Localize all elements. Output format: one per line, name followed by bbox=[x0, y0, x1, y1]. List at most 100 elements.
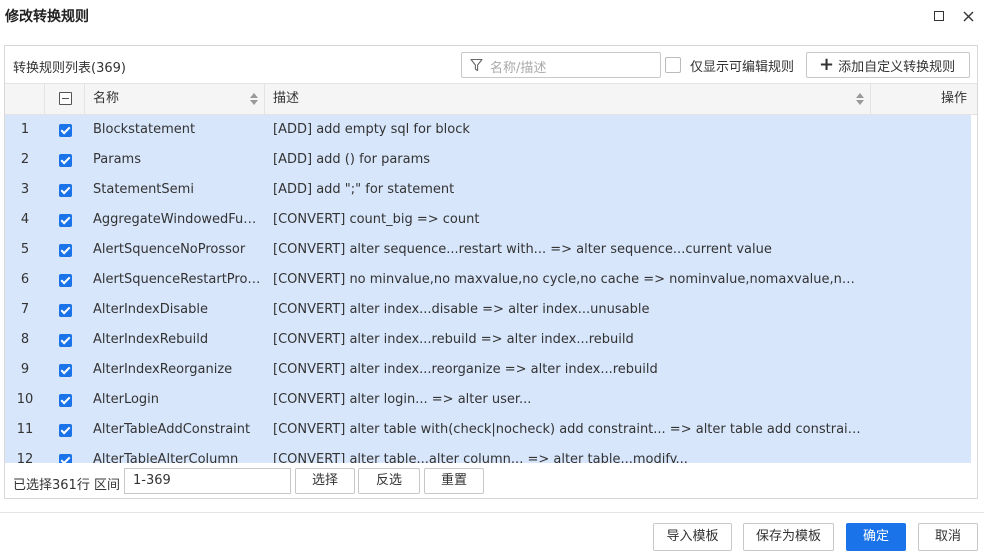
row-index: 1 bbox=[20, 122, 30, 137]
rule-description: [ADD] add () for params bbox=[273, 152, 431, 167]
row-index: 10 bbox=[16, 392, 34, 407]
rule-description: [CONVERT] no minvalue,no maxvalue,no cyc… bbox=[273, 272, 861, 287]
select-button[interactable]: 选择 bbox=[295, 468, 355, 494]
table-row[interactable]: 3 StatementSemi [ADD] add ";" for statem… bbox=[5, 175, 971, 205]
rule-description: [CONVERT] alter index...reorganize => al… bbox=[273, 362, 658, 377]
row-index: 3 bbox=[20, 182, 30, 197]
cancel-button[interactable]: 取消 bbox=[918, 523, 978, 551]
dialog-title: 修改转换规则 bbox=[5, 9, 89, 25]
rule-name: AlterIndexDisable bbox=[93, 302, 208, 317]
table-body: 1 Blockstatement [ADD] add empty sql for… bbox=[5, 115, 971, 463]
row-checkbox[interactable] bbox=[59, 364, 72, 377]
table-row[interactable]: 10 AlterLogin [CONVERT] alter login... =… bbox=[5, 385, 971, 415]
table-row[interactable]: 7 AlterIndexDisable [CONVERT] alter inde… bbox=[5, 295, 971, 325]
header-description-label: 描述 bbox=[273, 91, 300, 106]
vertical-scrollbar[interactable] bbox=[971, 115, 977, 463]
row-checkbox-cell bbox=[45, 325, 85, 355]
rule-name: AggregateWindowedFunc... bbox=[93, 212, 261, 227]
row-checkbox[interactable] bbox=[59, 274, 72, 287]
close-icon[interactable] bbox=[959, 7, 977, 25]
table-row[interactable]: 8 AlterIndexRebuild [CONVERT] alter inde… bbox=[5, 325, 971, 355]
rule-name: AlterTableAddConstraint bbox=[93, 422, 251, 437]
row-checkbox[interactable] bbox=[59, 184, 72, 197]
row-index: 2 bbox=[20, 152, 30, 167]
table-row[interactable]: 4 AggregateWindowedFunc... [CONVERT] cou… bbox=[5, 205, 971, 235]
rule-name: Blockstatement bbox=[93, 122, 196, 137]
rule-description: [CONVERT] alter sequence...restart with.… bbox=[273, 242, 772, 257]
header-name[interactable]: 名称 bbox=[85, 84, 265, 114]
table-row[interactable]: 9 AlterIndexReorganize [CONVERT] alter i… bbox=[5, 355, 971, 385]
rule-name: Params bbox=[93, 152, 141, 167]
row-checkbox[interactable] bbox=[59, 124, 72, 137]
table-row[interactable]: 12 AlterTableAlterColumn [CONVERT] alter… bbox=[5, 445, 971, 463]
row-checkbox[interactable] bbox=[59, 424, 72, 437]
confirm-button[interactable]: 确定 bbox=[846, 523, 906, 551]
row-checkbox[interactable] bbox=[59, 304, 72, 317]
rule-name: AlterTableAlterColumn bbox=[93, 452, 239, 463]
row-index: 8 bbox=[20, 332, 30, 347]
row-index: 4 bbox=[20, 212, 30, 227]
rule-description: [ADD] add ";" for statement bbox=[273, 182, 455, 197]
selection-footer: 已选择361行 区间 1-369 选择 反选 重置 bbox=[5, 463, 977, 498]
row-index: 7 bbox=[20, 302, 30, 317]
rule-description: [CONVERT] alter table...alter column... … bbox=[273, 452, 688, 463]
invert-selection-button[interactable]: 反选 bbox=[358, 468, 420, 494]
row-checkbox[interactable] bbox=[59, 244, 72, 257]
sort-icon[interactable] bbox=[856, 93, 864, 105]
rule-list-title: 转换规则列表(369) bbox=[13, 61, 126, 76]
row-checkbox-cell bbox=[45, 175, 85, 205]
plus-icon: + bbox=[819, 54, 835, 75]
search-input[interactable]: 名称/描述 bbox=[461, 52, 661, 78]
table-row[interactable]: 11 AlterTableAddConstraint [CONVERT] alt… bbox=[5, 415, 971, 445]
only-editable-label: 仅显示可编辑规则 bbox=[690, 59, 795, 75]
rule-name: AlertSquenceRestartPros... bbox=[93, 272, 261, 287]
row-checkbox-cell bbox=[45, 445, 85, 463]
row-checkbox[interactable] bbox=[59, 454, 72, 463]
table-row[interactable]: 1 Blockstatement [ADD] add empty sql for… bbox=[5, 115, 971, 145]
range-input[interactable]: 1-369 bbox=[124, 468, 291, 494]
row-checkbox[interactable] bbox=[59, 154, 72, 167]
rule-name: AlterLogin bbox=[93, 392, 160, 407]
header-index bbox=[5, 84, 45, 114]
rule-description: [CONVERT] alter login... => alter user..… bbox=[273, 392, 532, 407]
reset-button[interactable]: 重置 bbox=[424, 468, 484, 494]
add-custom-rule-label: 添加自定义转换规则 bbox=[838, 59, 956, 75]
import-template-button[interactable]: 导入模板 bbox=[653, 523, 732, 551]
select-all-checkbox[interactable] bbox=[59, 92, 72, 105]
row-checkbox[interactable] bbox=[59, 334, 72, 347]
row-checkbox-cell bbox=[45, 385, 85, 415]
sort-icon[interactable] bbox=[250, 93, 258, 105]
table-header: 名称 描述 操作 bbox=[5, 83, 977, 115]
filter-icon bbox=[470, 58, 483, 76]
table-row[interactable]: 2 Params [ADD] add () for params bbox=[5, 145, 971, 175]
header-operation-label: 操作 bbox=[940, 91, 967, 106]
add-custom-rule-button[interactable]: + 添加自定义转换规则 bbox=[806, 52, 970, 78]
rule-name: StatementSemi bbox=[93, 182, 194, 197]
maximize-icon[interactable] bbox=[930, 7, 948, 25]
row-checkbox[interactable] bbox=[59, 394, 72, 407]
rules-toolbar: 转换规则列表(369) 名称/描述 仅显示可编辑规则 + 添加自定义转换规则 bbox=[5, 46, 977, 83]
checkbox-box[interactable] bbox=[665, 57, 681, 73]
rules-panel: 转换规则列表(369) 名称/描述 仅显示可编辑规则 + 添加自定义转换规则 名… bbox=[4, 45, 978, 499]
header-description[interactable]: 描述 bbox=[265, 84, 871, 114]
header-operation: 操作 bbox=[871, 84, 977, 114]
table-row[interactable]: 6 AlertSquenceRestartPros... [CONVERT] n… bbox=[5, 265, 971, 295]
row-checkbox-cell bbox=[45, 415, 85, 445]
selection-summary: 已选择361行 区间 bbox=[13, 478, 120, 493]
row-checkbox[interactable] bbox=[59, 214, 72, 227]
rule-name: AlertSquenceNoProssor bbox=[93, 242, 246, 257]
header-checkbox-cell bbox=[45, 84, 85, 114]
rule-name: AlterIndexRebuild bbox=[93, 332, 209, 347]
row-checkbox-cell bbox=[45, 115, 85, 145]
row-index: 5 bbox=[20, 242, 30, 257]
row-checkbox-cell bbox=[45, 295, 85, 325]
table-row[interactable]: 5 AlertSquenceNoProssor [CONVERT] alter … bbox=[5, 235, 971, 265]
only-editable-checkbox[interactable]: 仅显示可编辑规则 bbox=[665, 55, 794, 75]
dialog-titlebar: 修改转换规则 bbox=[0, 0, 984, 32]
save-as-template-button[interactable]: 保存为模板 bbox=[743, 523, 834, 551]
search-placeholder: 名称/描述 bbox=[490, 61, 547, 76]
row-index: 9 bbox=[20, 362, 30, 377]
row-checkbox-cell bbox=[45, 235, 85, 265]
modify-conversion-rules-dialog: 修改转换规则 转换规则列表(369) 名称/描述 仅显示可编辑规则 + 添加自定… bbox=[0, 0, 984, 556]
row-checkbox-cell bbox=[45, 205, 85, 235]
